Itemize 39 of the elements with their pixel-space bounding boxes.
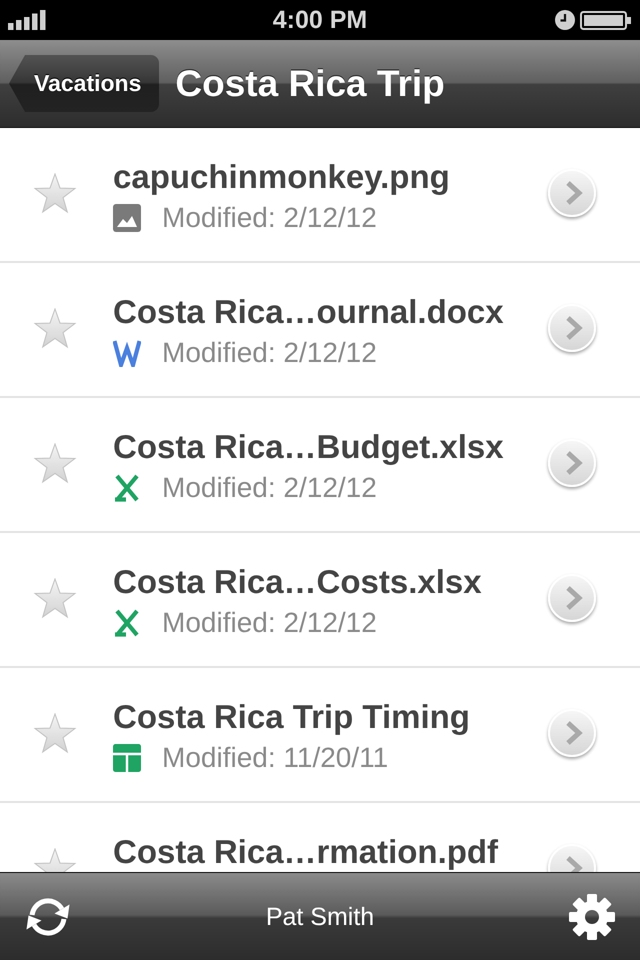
details-button[interactable] (548, 169, 596, 217)
star-icon[interactable] (33, 173, 77, 215)
signal-icon (8, 10, 46, 30)
modified-date: Modified: 2/12/12 (162, 607, 377, 639)
star-icon[interactable] (33, 443, 77, 485)
settings-icon[interactable] (568, 892, 616, 940)
details-button[interactable] (548, 574, 596, 622)
star-icon[interactable] (33, 713, 77, 755)
details-button[interactable] (548, 709, 596, 757)
star-icon[interactable] (33, 578, 77, 620)
chevron-icon (564, 181, 584, 205)
back-button[interactable]: Vacations (9, 55, 160, 112)
grid-icon (113, 744, 141, 772)
modified-date: Modified: 2/12/12 (162, 472, 377, 504)
details-button[interactable] (548, 439, 596, 487)
letter-w-icon (113, 339, 141, 367)
letter-x-icon (113, 474, 141, 502)
letter-x-icon (113, 609, 141, 637)
alarm-clock-icon (555, 10, 575, 30)
chevron-icon (564, 721, 584, 745)
modified-date: Modified: 2/12/12 (162, 337, 377, 369)
file-name: Costa Rica…Costs.xlsx (113, 564, 483, 600)
file-name: Costa Rica Trip Timing (113, 699, 471, 735)
file-name: capuchinmonkey.png (113, 159, 451, 195)
file-name: Costa Rica…Budget.xlsx (113, 429, 505, 465)
modified-date: Modified: 2/12/12 (162, 202, 377, 234)
chevron-icon (564, 451, 584, 475)
file-name: Costa Rica…ournal.docx (113, 294, 505, 330)
chevron-icon (564, 316, 584, 340)
battery-icon (580, 10, 632, 30)
details-button[interactable] (548, 304, 596, 352)
modified-date: Modified: 11/20/11 (162, 742, 388, 774)
chevron-icon (564, 586, 584, 610)
screen-title: Costa Rica Trip (175, 62, 445, 106)
star-icon[interactable] (33, 308, 77, 350)
clock-time: 4:00 PM (272, 5, 368, 35)
image-icon (113, 204, 141, 232)
file-name: Costa Rica…rmation.pdf (113, 834, 500, 870)
account-name: Pat Smith (266, 902, 374, 932)
